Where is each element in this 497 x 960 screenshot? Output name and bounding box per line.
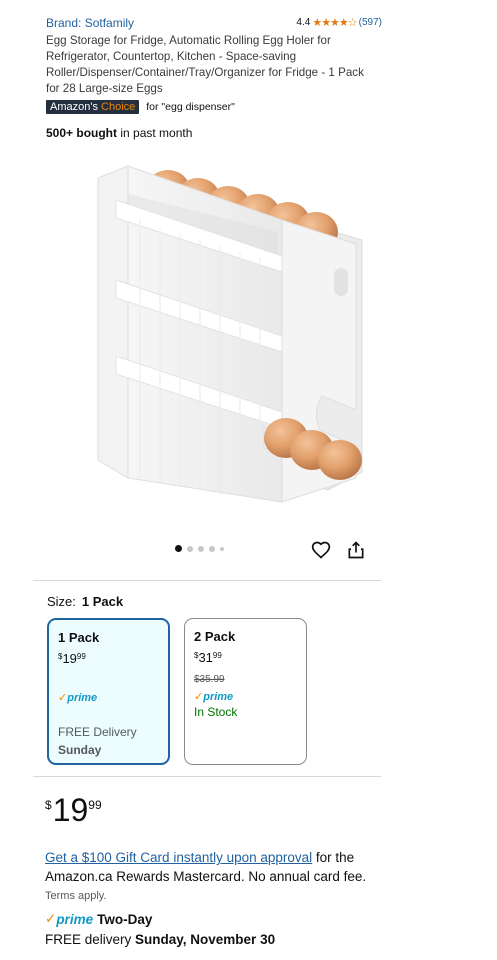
brand-rating-row: Brand: Sotfamily 4.4 ★★★★☆ (597): [46, 16, 382, 32]
option-name: 1 Pack: [58, 630, 100, 645]
share-icon[interactable]: [345, 539, 367, 561]
price-whole: 19: [62, 651, 77, 666]
carousel-dot[interactable]: [187, 545, 193, 552]
buybox-price: $19 99: [45, 793, 102, 827]
divider: [33, 580, 381, 581]
badge-text-b: Choice: [97, 101, 136, 113]
prime-badge: ✓prime: [58, 691, 97, 704]
delivery-line1: FREE Delivery: [58, 725, 137, 739]
size-selected: 1 Pack: [81, 594, 124, 609]
star-rating-icon: ★★★★☆: [312, 17, 357, 29]
option-delivery: FREE Delivery Sunday: [58, 723, 137, 759]
carousel-dot[interactable]: [220, 546, 224, 551]
credit-card-promo: Get a $100 Gift Card instantly upon appr…: [45, 849, 375, 906]
size-label-text: Size:: [47, 594, 76, 609]
two-day-label: Two-Day: [97, 911, 153, 927]
delivery-date-row: FREE delivery Sunday, November 30: [45, 932, 275, 947]
bought-rest: in past month: [117, 126, 193, 140]
price-fraction: 99: [212, 651, 222, 660]
prime-check-icon: ✓: [194, 691, 204, 703]
delivery-line2: Sunday: [58, 743, 102, 757]
option-price: $31 99: [194, 651, 222, 665]
option-name: 2 Pack: [194, 629, 236, 644]
carousel-dot[interactable]: [198, 545, 204, 552]
bought-count: 500+ bought: [46, 126, 118, 140]
price-fraction: 99: [88, 798, 102, 812]
prime-text: prime: [203, 691, 234, 703]
prime-check-icon: ✓: [58, 692, 68, 704]
size-option-2-pack[interactable]: 2 Pack $31 99 $35.99 ✓prime In Stock: [184, 618, 307, 765]
prime-logo: prime: [56, 911, 94, 927]
product-title: Egg Storage for Fridge, Automatic Rollin…: [46, 34, 364, 95]
badge-text-a: Amazon's: [50, 101, 98, 113]
bought-in-past-month: 500+ bought in past month: [46, 126, 192, 140]
prime-badge: ✓prime: [194, 690, 233, 703]
terms-apply[interactable]: Terms apply.: [45, 890, 107, 902]
heart-icon[interactable]: [310, 539, 332, 561]
delivery-prefix: FREE delivery: [45, 932, 136, 947]
amazons-choice-badge[interactable]: Amazon's Choice: [46, 100, 140, 114]
price-whole: 19: [52, 792, 89, 828]
prime-two-day-row: ✓ prime Two-Day: [45, 911, 152, 927]
option-price: $19 99: [58, 652, 86, 666]
delivery-date: Sunday, November 30: [135, 932, 276, 947]
carousel-dot[interactable]: [209, 545, 215, 552]
rating-count-link[interactable]: (597): [359, 17, 382, 28]
size-label: Size: 1 Pack: [47, 594, 123, 609]
rating-summary[interactable]: 4.4 ★★★★☆ (597): [296, 16, 382, 29]
divider: [33, 776, 381, 777]
rating-value: 4.4: [296, 17, 311, 28]
choice-for-text: for "egg dispenser": [146, 101, 235, 113]
gift-card-link[interactable]: Get a $100 Gift Card instantly upon appr…: [45, 850, 312, 865]
brand-link[interactable]: Brand: Sotfamily: [46, 16, 134, 30]
amazons-choice-row: Amazon's Choice for "egg dispenser": [46, 99, 235, 115]
prime-text: prime: [67, 692, 98, 704]
prime-check-icon: ✓: [45, 911, 57, 926]
price-fraction: 99: [76, 652, 86, 661]
price-symbol: $: [45, 798, 52, 812]
carousel-dot[interactable]: [175, 545, 182, 552]
stock-status: In Stock: [194, 705, 238, 719]
list-price: $35.99: [194, 674, 225, 685]
price-whole: 31: [198, 650, 213, 665]
image-carousel-dots[interactable]: [175, 545, 224, 552]
product-image[interactable]: [50, 160, 370, 515]
size-option-1-pack[interactable]: 1 Pack $19 99 ✓prime FREE Delivery Sunday: [47, 618, 170, 765]
